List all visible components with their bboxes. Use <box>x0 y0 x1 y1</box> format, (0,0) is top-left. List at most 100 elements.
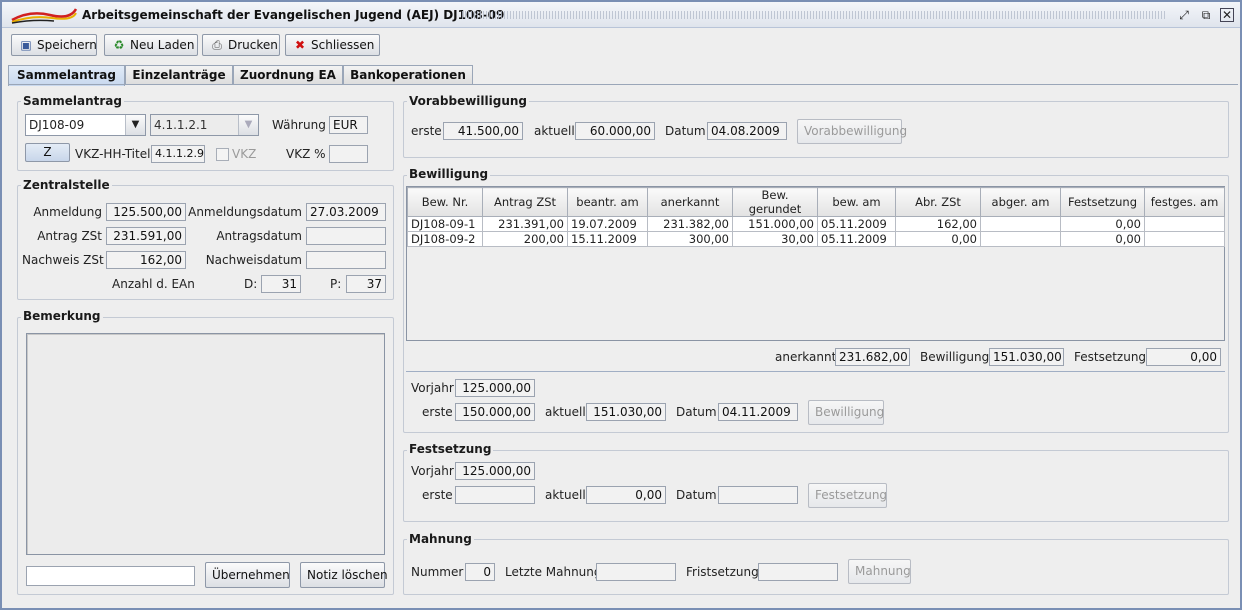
table-cell[interactable]: 300,00 <box>647 231 733 247</box>
tab-zuordnung-ea[interactable]: Zuordnung EA <box>233 65 343 85</box>
vorabbewilligung-button[interactable]: Vorabbewilligung <box>797 119 907 144</box>
vkz-hh-field[interactable]: 4.1.1.2.9 <box>151 145 205 163</box>
bew-vorjahr-field[interactable]: 125.000,00 <box>455 379 535 397</box>
table-cell[interactable] <box>980 216 1061 232</box>
nachweis-zst-field[interactable]: 162,00 <box>106 251 186 269</box>
letzte-mahnung-field[interactable] <box>596 563 676 581</box>
column-header[interactable]: Abr. ZSt <box>895 187 981 217</box>
fristsetzung-field[interactable] <box>758 563 838 581</box>
table-cell[interactable] <box>980 231 1061 247</box>
table-row[interactable]: DJ108-09-2 200,00 15.11.2009 300,00 30,00 05.… <box>407 231 1225 247</box>
column-header[interactable]: abger. am <box>980 187 1061 217</box>
table-cell[interactable]: 200,00 <box>482 231 568 247</box>
table-cell[interactable]: 05.11.2009 <box>817 231 896 247</box>
column-header[interactable]: beantr. am <box>567 187 648 217</box>
anmeldung-field[interactable]: 125.500,00 <box>106 203 186 221</box>
p-label: P: <box>330 277 342 291</box>
fest-vorjahr-field[interactable]: 125.000,00 <box>455 462 535 480</box>
p-field[interactable]: 37 <box>346 275 386 293</box>
column-header[interactable]: Antrag ZSt <box>482 187 568 217</box>
titel-combo[interactable]: 4.1.1.2.1 ▼ <box>150 114 259 136</box>
fest-datum-label: Datum <box>676 488 717 502</box>
festsetzung-title: Festsetzung <box>407 442 494 456</box>
table-cell[interactable] <box>1144 216 1225 232</box>
nachweisdatum-field[interactable] <box>306 251 386 269</box>
close-icon[interactable]: ✕ <box>1220 8 1234 22</box>
print-button[interactable]: ⎙ Drucken <box>202 34 280 56</box>
uebernehmen-button[interactable]: Übernehmen <box>205 562 290 588</box>
nummer-field[interactable]: 0 <box>465 563 495 581</box>
vorab-datum-field[interactable]: 04.08.2009 <box>707 122 787 140</box>
vkz-label: VKZ <box>232 147 257 161</box>
table-cell[interactable]: 05.11.2009 <box>817 216 896 232</box>
bew-datum-label: Datum <box>676 405 717 419</box>
column-header[interactable]: bew. am <box>817 187 896 217</box>
nachweis-zst-label: Nachweis ZSt <box>22 253 104 267</box>
anmeldedatum-field[interactable]: 27.03.2009 <box>306 203 386 221</box>
table-cell[interactable] <box>1144 231 1225 247</box>
festsetzung-sum-field[interactable]: 0,00 <box>1146 348 1221 366</box>
title-bar[interactable]: Arbeitsgemeinschaft der Evangelischen Ju… <box>2 2 1240 28</box>
antragsdatum-field[interactable] <box>306 227 386 245</box>
column-header[interactable]: anerkannt <box>647 187 733 217</box>
sammelantrag-title: Sammelantrag <box>21 94 124 108</box>
notiz-input[interactable] <box>26 566 195 586</box>
tab-einzelantraege[interactable]: Einzelanträge <box>125 65 233 85</box>
fest-erste-field[interactable] <box>455 486 535 504</box>
bewilligung-sum-field[interactable]: 151.030,00 <box>989 348 1064 366</box>
bewilligung-button[interactable]: Bewilligung <box>808 400 884 425</box>
bew-datum-field[interactable]: 04.11.2009 <box>718 403 798 421</box>
fest-aktuell-field[interactable]: 0,00 <box>586 486 666 504</box>
vkz-pct-label: VKZ % <box>286 147 326 161</box>
waehrung-field[interactable]: EUR <box>329 116 368 134</box>
maximize-icon[interactable]: ⧉ <box>1198 7 1214 23</box>
bemerkung-textarea[interactable] <box>26 333 385 555</box>
table-cell[interactable]: 151.000,00 <box>732 216 818 232</box>
table-cell[interactable]: DJ108-09-2 <box>407 231 483 247</box>
save-button[interactable]: ▣ Speichern <box>11 34 97 56</box>
table-cell[interactable]: 0,00 <box>895 231 981 247</box>
anmeldedatum-label: Anmeldungsdatum <box>188 205 302 219</box>
column-header[interactable]: Festsetzung <box>1060 187 1145 217</box>
antrag-combo[interactable]: DJ108-09 ▼ <box>25 114 146 136</box>
d-field[interactable]: 31 <box>261 275 301 293</box>
table-cell[interactable]: 30,00 <box>732 231 818 247</box>
table-cell[interactable]: 19.07.2009 <box>567 216 648 232</box>
vorab-aktuell-field[interactable]: 60.000,00 <box>575 122 655 140</box>
table-cell[interactable]: 0,00 <box>1060 231 1145 247</box>
column-header[interactable]: Bew. Nr. <box>407 187 483 217</box>
antrag-zst-field[interactable]: 231.591,00 <box>106 227 186 245</box>
reload-button[interactable]: ♻ Neu Laden <box>104 34 198 56</box>
table-cell[interactable]: 0,00 <box>1060 216 1145 232</box>
vkz-checkbox[interactable] <box>216 148 229 161</box>
column-header[interactable]: festges. am <box>1144 187 1225 217</box>
chevron-down-icon[interactable]: ▼ <box>125 115 145 135</box>
nachweisdatum-label: Nachweisdatum <box>205 253 302 267</box>
minimize-icon[interactable]: ⤢ <box>1176 7 1192 23</box>
vorab-erste-field[interactable]: 41.500,00 <box>443 122 523 140</box>
chevron-down-icon[interactable]: ▼ <box>238 115 258 135</box>
vkz-pct-field[interactable] <box>329 145 368 163</box>
table-cell[interactable]: DJ108-09-1 <box>407 216 483 232</box>
column-header[interactable]: Bew. gerundet <box>732 187 818 217</box>
mahnung-button[interactable]: Mahnung <box>848 559 911 584</box>
aej-logo-icon <box>11 8 78 24</box>
tab-sammelantrag[interactable]: Sammelantrag <box>8 65 125 86</box>
bew-vorjahr-label: Vorjahr <box>411 381 454 395</box>
tab-bankoperationen[interactable]: Bankoperationen <box>343 65 473 85</box>
bew-aktuell-field[interactable]: 151.030,00 <box>586 403 666 421</box>
festsetzung-button[interactable]: Festsetzung <box>808 483 887 508</box>
anerkannt-sum-field[interactable]: 231.682,00 <box>835 348 910 366</box>
fest-vorjahr-label: Vorjahr <box>411 464 454 478</box>
table-cell[interactable]: 231.391,00 <box>482 216 568 232</box>
bew-erste-field[interactable]: 150.000,00 <box>455 403 535 421</box>
table-cell[interactable]: 15.11.2009 <box>567 231 648 247</box>
close-button[interactable]: ✖ Schliessen <box>285 34 380 56</box>
z-button[interactable]: Z <box>25 143 70 162</box>
notiz-loeschen-button[interactable]: Notiz löschen <box>300 562 388 588</box>
fest-datum-field[interactable] <box>718 486 798 504</box>
table-row[interactable]: DJ108-09-1 231.391,00 19.07.2009 231.382,00… <box>407 216 1225 232</box>
printer-icon: ⎙ <box>212 38 222 52</box>
table-cell[interactable]: 162,00 <box>895 216 981 232</box>
table-cell[interactable]: 231.382,00 <box>647 216 733 232</box>
